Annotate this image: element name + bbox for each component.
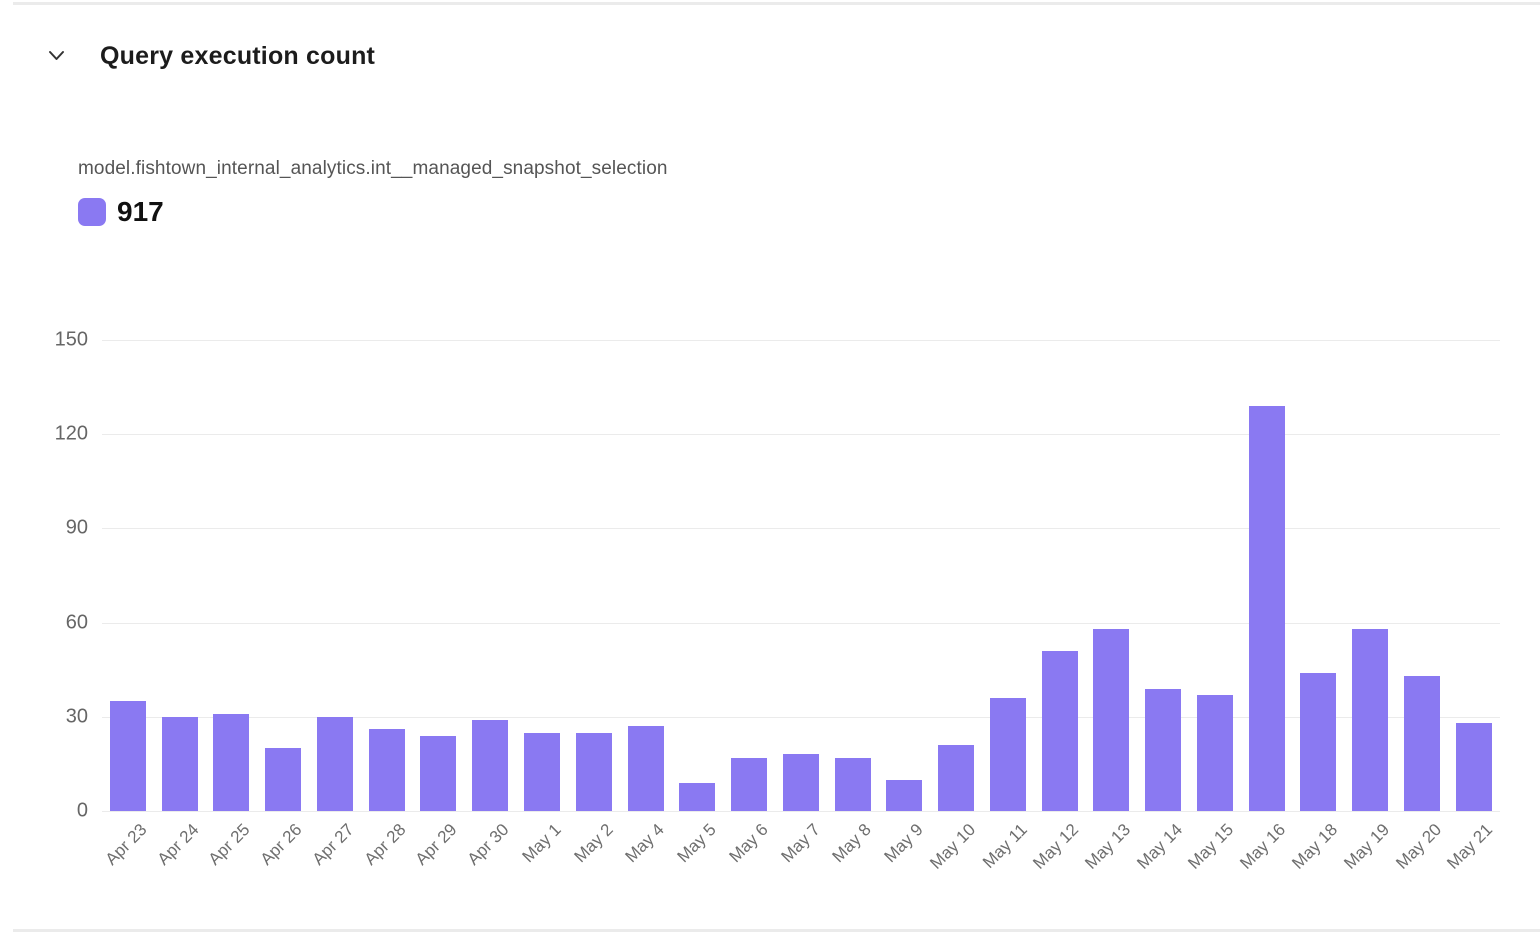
x-axis-tick-label: May 21 xyxy=(1444,820,1498,874)
bar-may-9[interactable] xyxy=(886,780,922,811)
bar-may-20[interactable] xyxy=(1404,676,1440,811)
x-axis-tick-label: May 14 xyxy=(1133,820,1187,874)
x-axis-tick-label: Apr 24 xyxy=(153,820,203,870)
x-axis-tick-label: May 18 xyxy=(1288,820,1342,874)
x-axis-tick-label: May 6 xyxy=(725,820,772,867)
bar-may-16[interactable] xyxy=(1249,406,1285,811)
x-axis-tick-label: Apr 30 xyxy=(464,820,514,870)
bar-may-6[interactable] xyxy=(731,758,767,811)
x-axis-tick-label: May 13 xyxy=(1081,820,1135,874)
bar-apr-23[interactable] xyxy=(110,701,146,811)
bar-apr-29[interactable] xyxy=(420,736,456,811)
bar-may-2[interactable] xyxy=(576,733,612,812)
bars-row xyxy=(102,340,1500,811)
x-axis-tick-label: May 9 xyxy=(881,820,928,867)
y-axis-tick-label: 60 xyxy=(28,611,88,634)
y-axis-tick-label: 120 xyxy=(28,423,88,446)
bar-may-1[interactable] xyxy=(524,733,560,812)
bar-apr-30[interactable] xyxy=(472,720,508,811)
bar-may-12[interactable] xyxy=(1042,651,1078,811)
bar-may-21[interactable] xyxy=(1456,723,1492,811)
bar-apr-24[interactable] xyxy=(162,717,198,811)
bar-may-18[interactable] xyxy=(1300,673,1336,811)
x-axis-tick-label: May 8 xyxy=(829,820,876,867)
bar-may-14[interactable] xyxy=(1145,689,1181,811)
bar-may-5[interactable] xyxy=(679,783,715,811)
bar-apr-28[interactable] xyxy=(369,729,405,811)
bar-may-4[interactable] xyxy=(628,726,664,811)
x-axis-tick-label: May 11 xyxy=(979,820,1032,873)
bar-apr-27[interactable] xyxy=(317,717,353,811)
x-axis-tick-label: May 10 xyxy=(926,820,980,874)
x-axis-tick-label: May 20 xyxy=(1392,820,1446,874)
x-axis-tick-label: May 2 xyxy=(570,820,617,867)
x-axis-tick-label: May 19 xyxy=(1340,820,1394,874)
bar-may-13[interactable] xyxy=(1093,629,1129,811)
bar-may-7[interactable] xyxy=(783,754,819,811)
bar-may-19[interactable] xyxy=(1352,629,1388,811)
bar-may-10[interactable] xyxy=(938,745,974,811)
y-axis-tick-label: 30 xyxy=(28,705,88,728)
x-axis-tick-label: Apr 29 xyxy=(412,820,462,870)
y-axis-tick-label: 150 xyxy=(28,329,88,352)
bar-may-15[interactable] xyxy=(1197,695,1233,811)
x-axis-tick-label: May 7 xyxy=(777,820,824,867)
x-axis-tick-label: May 5 xyxy=(674,820,721,867)
bar-may-8[interactable] xyxy=(835,758,871,811)
bar-apr-25[interactable] xyxy=(213,714,249,811)
x-axis-tick-label: Apr 26 xyxy=(257,820,307,870)
bar-apr-26[interactable] xyxy=(265,748,301,811)
y-axis-tick-label: 0 xyxy=(28,800,88,823)
x-axis-tick-label: May 16 xyxy=(1237,820,1291,874)
x-axis-tick-label: May 4 xyxy=(622,820,669,867)
bar-may-11[interactable] xyxy=(990,698,1026,811)
x-axis-tick-label: May 12 xyxy=(1029,820,1083,874)
x-axis-tick-label: Apr 28 xyxy=(360,820,410,870)
bar-chart: 0306090120150Apr 23Apr 24Apr 25Apr 26Apr… xyxy=(0,0,1540,936)
y-axis-tick-label: 90 xyxy=(28,517,88,540)
x-axis-tick-label: Apr 25 xyxy=(205,820,255,870)
x-axis-tick-label: Apr 23 xyxy=(101,820,151,870)
x-axis-tick-label: Apr 27 xyxy=(309,820,359,870)
gridline xyxy=(102,811,1500,812)
x-axis-tick-label: May 1 xyxy=(518,820,565,867)
x-axis-tick-label: May 15 xyxy=(1185,820,1239,874)
